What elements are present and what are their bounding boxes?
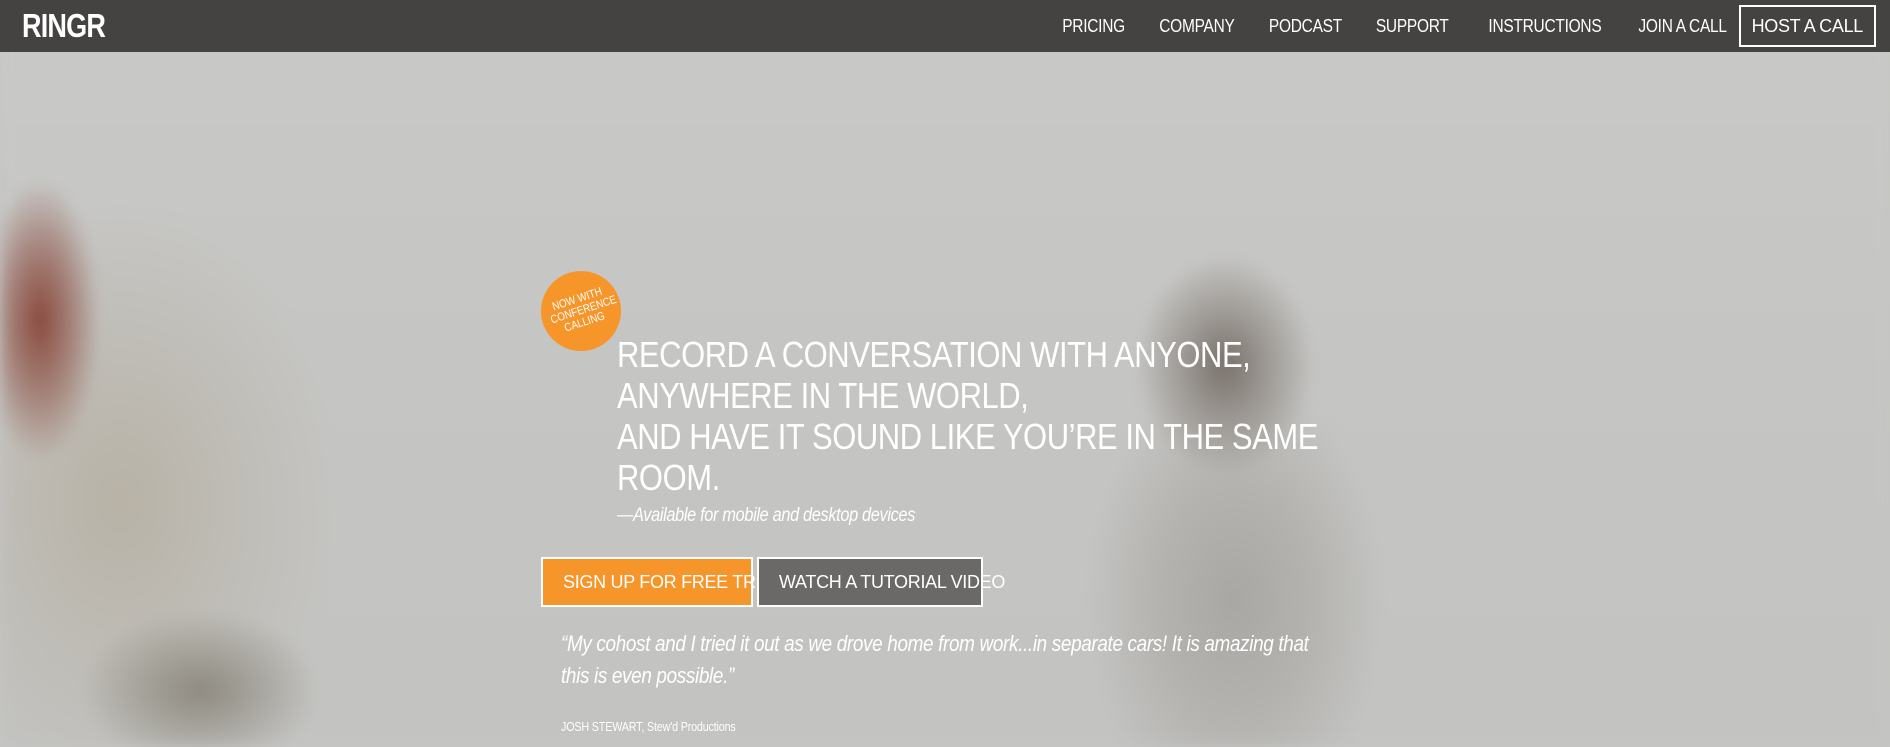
host-a-call-button[interactable]: HOST A CALL	[1738, 5, 1876, 47]
page: RINGR PRICING COMPANY PODCAST SUPPORT IN…	[0, 0, 1890, 747]
top-navigation-bar: RINGR PRICING COMPANY PODCAST SUPPORT IN…	[0, 0, 1890, 52]
ringr-logo[interactable]: RINGR	[22, 7, 106, 45]
nav-item-pricing[interactable]: PRICING	[1063, 16, 1126, 37]
quote-line: “My cohost and I tried it out as we drov…	[561, 631, 1309, 656]
testimonial-attribution: JOSH STEWART, Stew'd Productions	[561, 720, 736, 734]
nav-item-support[interactable]: SUPPORT	[1376, 16, 1449, 37]
headline-line: RECORD A CONVERSATION WITH ANYONE,	[617, 334, 1251, 375]
testimonial-quote: “My cohost and I tried it out as we drov…	[561, 628, 1321, 692]
headline-line: AND HAVE IT SOUND LIKE YOU’RE IN THE SAM…	[617, 416, 1318, 457]
sign-up-free-trial-button[interactable]: SIGN UP FOR FREE TRIAL	[541, 557, 782, 607]
nav-item-join-a-call[interactable]: JOIN A CALL	[1638, 16, 1727, 37]
nav-item-podcast[interactable]: PODCAST	[1269, 16, 1342, 37]
headline-line: ROOM.	[617, 457, 720, 498]
watch-tutorial-video-button[interactable]: WATCH A TUTORIAL VIDEO	[757, 557, 1005, 607]
hero-headline: RECORD A CONVERSATION WITH ANYONE, ANYWH…	[617, 334, 1337, 498]
hero-subtext: —Available for mobile and desktop device…	[617, 505, 916, 526]
conference-calling-badge: NOW WITH CONFERENCE CALLING	[541, 271, 621, 351]
headline-line: ANYWHERE IN THE WORLD,	[617, 375, 1029, 416]
nav-item-instructions[interactable]: INSTRUCTIONS	[1489, 16, 1602, 37]
hero-buttons: SIGN UP FOR FREE TRIAL WATCH A TUTORIAL …	[541, 557, 1005, 607]
badge-text: NOW WITH CONFERENCE CALLING	[546, 284, 618, 338]
quote-line: this is even possible.”	[561, 663, 734, 688]
nav-item-company[interactable]: COMPANY	[1160, 16, 1236, 37]
nav-links: PRICING COMPANY PODCAST SUPPORT INSTRUCT…	[1030, 5, 1876, 47]
